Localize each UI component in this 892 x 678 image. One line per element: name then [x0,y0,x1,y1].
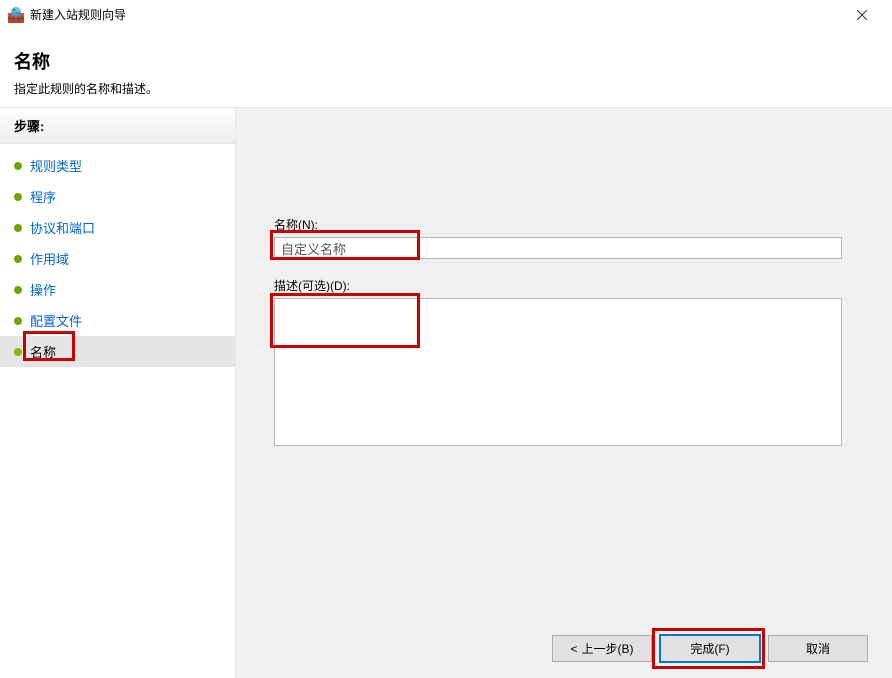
cancel-button[interactable]: 取消 [768,635,868,662]
step-protocol-port[interactable]: 协议和端口 [0,212,235,243]
steps-sidebar: 步骤: 规则类型 程序 协议和端口 作用域 操作 [0,108,235,678]
window-title: 新建入站规则向导 [30,6,840,23]
finish-button[interactable]: 完成(F) [660,635,760,662]
step-label: 作用域 [30,249,69,268]
bullet-icon [14,348,22,356]
bullet-icon [14,224,22,232]
desc-input[interactable] [274,298,842,446]
steps-list: 规则类型 程序 协议和端口 作用域 操作 配置文件 [0,144,235,373]
name-field-group: 名称(N): [274,216,842,259]
step-label: 配置文件 [30,311,82,330]
step-program[interactable]: 程序 [0,181,235,212]
cancel-button-label: 取消 [806,640,830,657]
step-scope[interactable]: 作用域 [0,243,235,274]
step-action[interactable]: 操作 [0,274,235,305]
wizard-main: 名称(N): 描述(可选)(D): < 上一步(B) 完成(F) 取消 [235,108,892,678]
bullet-icon [14,317,22,325]
finish-button-label: 完成(F) [690,640,729,657]
back-button-label: 上一步(B) [582,640,634,657]
name-label: 名称(N): [274,216,842,233]
page-title: 名称 [14,48,878,74]
titlebar: 新建入站规则向导 [0,0,892,30]
desc-field-group: 描述(可选)(D): [274,277,842,451]
step-name[interactable]: 名称 [0,336,235,367]
step-label: 名称 [30,342,56,361]
close-button[interactable] [840,0,884,30]
step-label: 协议和端口 [30,218,95,237]
steps-header: 步骤: [0,108,235,144]
desc-label: 描述(可选)(D): [274,277,842,294]
bullet-icon [14,193,22,201]
bullet-icon [14,286,22,294]
firewall-icon [8,7,24,23]
step-label: 规则类型 [30,156,82,175]
back-button[interactable]: < 上一步(B) [552,635,652,662]
bullet-icon [14,255,22,263]
bullet-icon [14,162,22,170]
step-profile[interactable]: 配置文件 [0,305,235,336]
page-subtitle: 指定此规则的名称和描述。 [14,80,878,97]
name-input[interactable] [274,237,842,259]
step-label: 操作 [30,280,56,299]
chevron-left-icon: < [570,642,577,656]
step-label: 程序 [30,187,56,206]
wizard-header: 名称 指定此规则的名称和描述。 [0,30,892,107]
step-rule-type[interactable]: 规则类型 [0,150,235,181]
wizard-footer: < 上一步(B) 完成(F) 取消 [552,635,868,662]
